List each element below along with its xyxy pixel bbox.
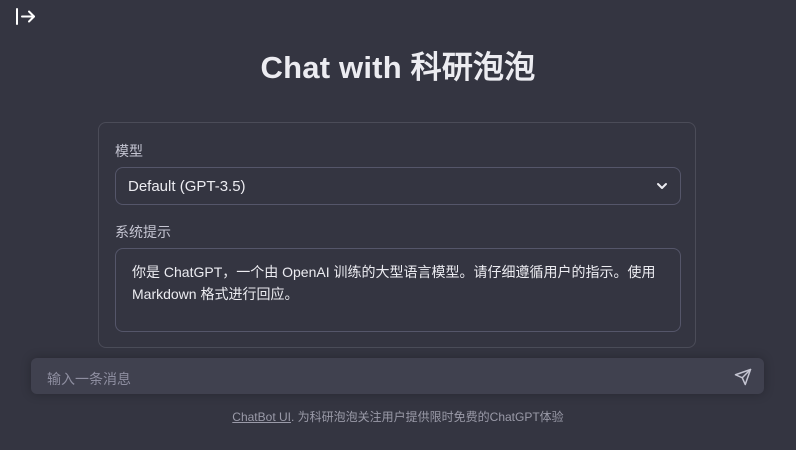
footer: ChatBot UI. 为科研泡泡关注用户提供限时免费的ChatGPT体验	[0, 408, 796, 425]
system-prompt-label: 系统提示	[115, 224, 171, 240]
model-select[interactable]: Default (GPT-3.5)	[115, 167, 681, 205]
message-input-placeholder: 输入一条消息	[47, 371, 131, 387]
footer-text: . 为科研泡泡关注用户提供限时免费的ChatGPT体验	[291, 410, 564, 424]
model-select-value: Default (GPT-3.5)	[128, 177, 246, 195]
model-label: 模型	[115, 143, 143, 159]
message-input[interactable]: 输入一条消息	[31, 358, 764, 394]
chevron-down-icon	[657, 183, 667, 189]
expand-sidebar-icon[interactable]	[14, 6, 38, 26]
settings-card: 模型 Default (GPT-3.5) 系统提示 你是 ChatGPT，一个由…	[98, 122, 696, 348]
send-icon[interactable]	[734, 368, 752, 386]
system-prompt-textarea[interactable]: 你是 ChatGPT，一个由 OpenAI 训练的大型语言模型。请仔细遵循用户的…	[115, 248, 681, 332]
page-title: Chat with 科研泡泡	[260, 50, 536, 85]
expand-sidebar-icon-graphic	[16, 8, 35, 25]
chatbot-ui-link[interactable]: ChatBot UI	[232, 410, 291, 424]
